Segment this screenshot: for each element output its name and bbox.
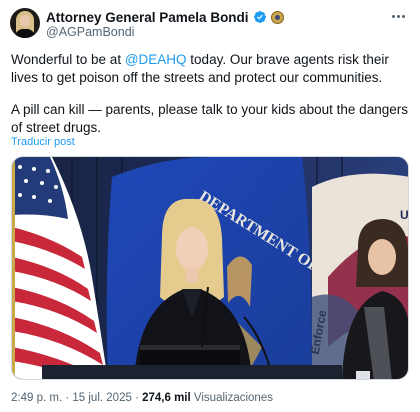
tweet-date[interactable]: 15 jul. 2025 (72, 392, 131, 404)
mention-link[interactable]: @DEAHQ (125, 52, 187, 67)
tweet-text-part: Wonderful to be at (11, 52, 125, 67)
tweet-card: Attorney General Pamela Bondi @AGPamBond… (0, 0, 420, 412)
government-seal-icon[interactable] (270, 10, 284, 24)
meta-separator: · (65, 392, 70, 404)
banner-corner-text: U. (400, 208, 409, 222)
tweet-photo[interactable]: DEPARTMENT OF Enforce U. (11, 156, 409, 380)
more-dot-icon (396, 14, 400, 18)
views-count: 274,6 mil (142, 392, 191, 404)
translate-post-link[interactable]: Traducir post (11, 136, 75, 148)
author-display-name[interactable]: Attorney General Pamela Bondi (46, 10, 249, 25)
author-handle[interactable]: @AGPamBondi (46, 25, 134, 39)
more-dot-icon (401, 14, 405, 18)
tweet-time[interactable]: 2:49 p. m. (11, 392, 62, 404)
views-label: Visualizaciones (193, 392, 273, 404)
more-dot-icon (391, 14, 395, 18)
tweet-paragraph-2: A pill can kill — parents, please talk t… (11, 102, 408, 135)
author-name-row: Attorney General Pamela Bondi (46, 9, 284, 25)
photo-scene: DEPARTMENT OF Enforce U. (12, 157, 409, 379)
more-options-button[interactable] (388, 8, 408, 24)
tweet-text: Wonderful to be at @DEAHQ today. Our bra… (11, 51, 411, 136)
meta-separator: · (135, 392, 139, 404)
tweet-meta: 2:49 p. m. · 15 jul. 2025 · 274,6 mil Vi… (11, 392, 273, 404)
verified-check-icon[interactable] (253, 10, 267, 24)
avatar[interactable] (10, 8, 40, 38)
